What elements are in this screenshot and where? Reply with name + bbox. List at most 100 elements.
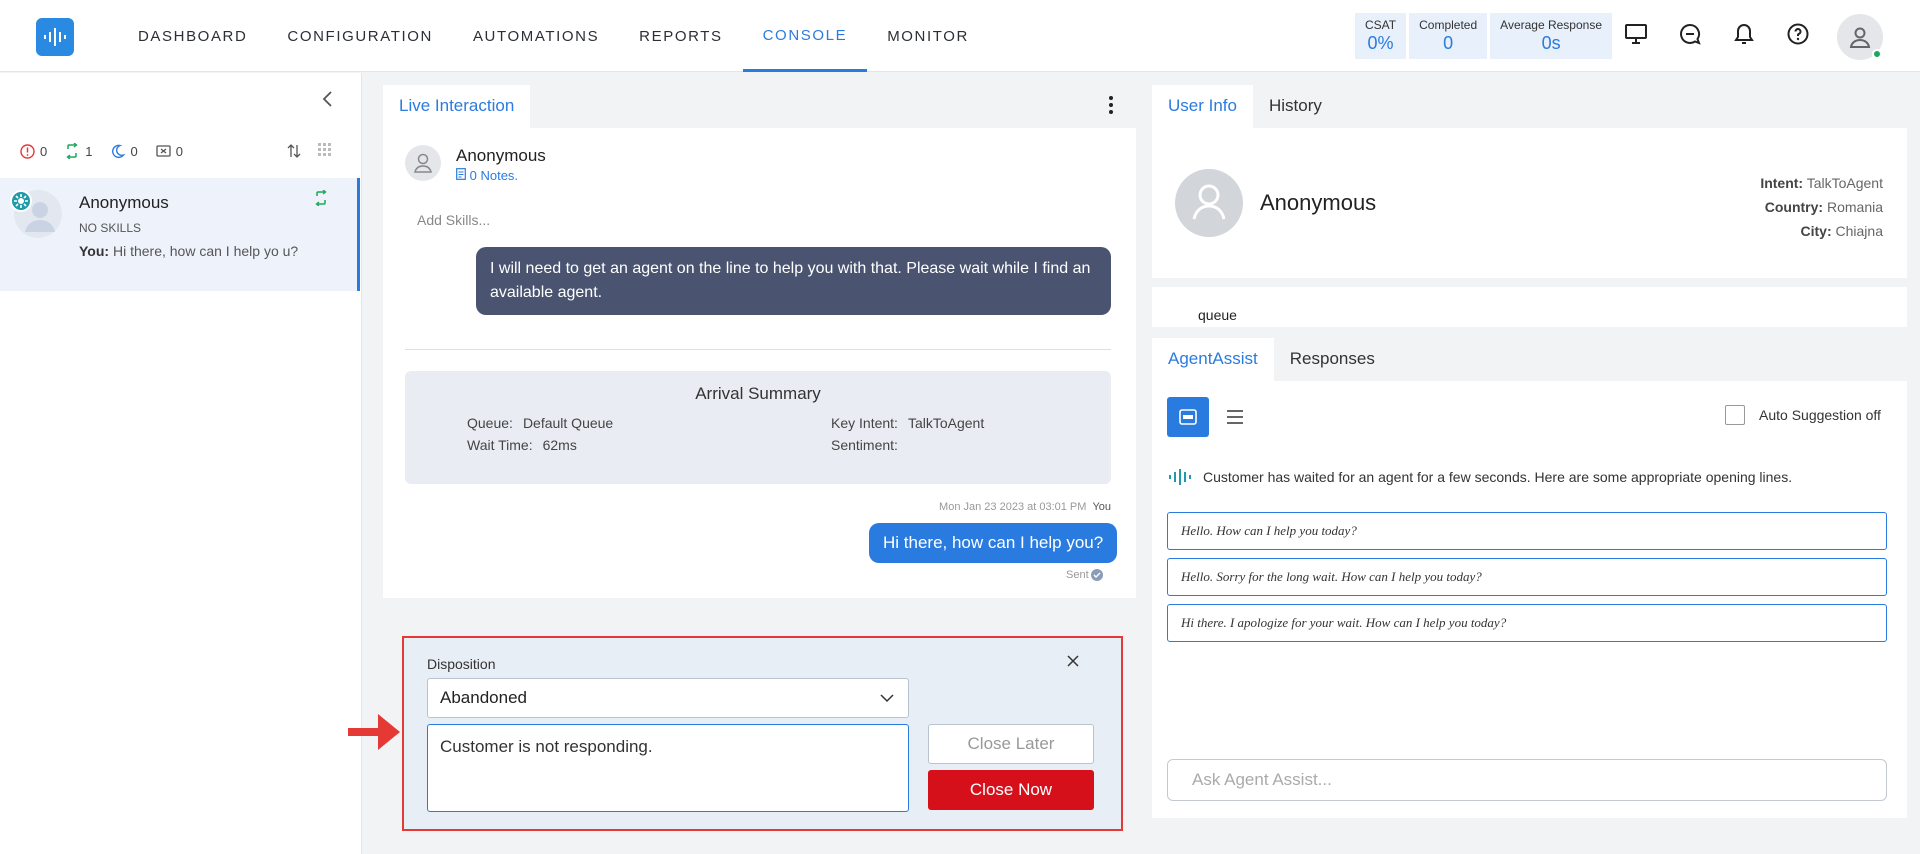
fact-city: City: Chiajna <box>1760 219 1884 243</box>
counter-alert[interactable]: 0 <box>20 143 47 159</box>
stat-average-response: Average Response 0s <box>1490 13 1613 59</box>
stat-label: Average Response <box>1500 18 1603 32</box>
notes-link[interactable]: 0 Notes. <box>456 168 518 183</box>
tab-agent-assist[interactable]: AgentAssist <box>1152 338 1274 381</box>
customer-large-avatar <box>1175 169 1243 237</box>
nav-dashboard[interactable]: DASHBOARD <box>118 0 267 72</box>
arrow-right-icon <box>348 714 400 750</box>
sent-status: Sent <box>1066 569 1103 581</box>
summary-queue-label: Queue: <box>467 415 513 431</box>
list-view-button[interactable] <box>1214 397 1256 437</box>
user-avatar[interactable] <box>1837 14 1883 60</box>
collapse-sidebar-icon[interactable] <box>318 89 338 109</box>
chevron-down-icon <box>880 694 894 703</box>
summary-wait-value: 62ms <box>542 437 577 453</box>
conversation-list-item[interactable]: Anonymous NO SKILLS You: Hi there, how c… <box>0 178 360 291</box>
assist-info: Customer has waited for an agent for a f… <box>1169 469 1792 485</box>
summary-sentiment: Sentiment: <box>831 437 908 453</box>
queue-section: queue <box>1152 287 1907 327</box>
agent-assist-panel: Auto Suggestion off Customer has waited … <box>1152 381 1907 818</box>
user-info-panel: Anonymous Intent: TalkToAgent Country: R… <box>1152 128 1907 278</box>
fact-city-label: City: <box>1800 223 1832 239</box>
summary-wait-time: Wait Time: 62ms <box>467 437 577 453</box>
arrival-summary-title: Arrival Summary <box>695 384 821 403</box>
stat-value: 0% <box>1367 33 1394 53</box>
counter-value: 0 <box>130 143 138 159</box>
card-view-button[interactable] <box>1167 397 1209 437</box>
arrival-summary: Arrival Summary Queue: Default Queue Wai… <box>405 371 1111 484</box>
preview-sender: You: <box>79 243 110 259</box>
ask-agent-assist-input[interactable]: Ask Agent Assist... <box>1167 759 1887 801</box>
list-view-icon <box>1227 410 1243 424</box>
user-icon <box>414 153 432 173</box>
auto-suggestion-checkbox[interactable] <box>1725 405 1745 425</box>
nav-console[interactable]: CONSOLE <box>742 0 868 72</box>
summary-wait-label: Wait Time: <box>467 437 533 453</box>
close-now-button[interactable]: Close Now <box>928 770 1094 810</box>
counter-transfer[interactable]: 1 <box>65 143 92 159</box>
nav-configuration[interactable]: CONFIGURATION <box>267 0 453 72</box>
user-icon <box>1192 184 1226 220</box>
user-facts: Intent: TalkToAgent Country: Romania Cit… <box>1760 171 1883 243</box>
tab-history[interactable]: History <box>1253 85 1338 128</box>
fact-intent-value: TalkToAgent <box>1806 175 1883 191</box>
nav-monitor[interactable]: MONITOR <box>867 0 989 72</box>
suggestion-item[interactable]: Hi there. I apologize for your wait. How… <box>1167 604 1887 642</box>
sidebar-tools <box>286 143 332 159</box>
queue-label: queue <box>1198 307 1237 323</box>
moon-icon <box>112 144 126 158</box>
nav-automations[interactable]: AUTOMATIONS <box>453 0 619 72</box>
stat-value: 0s <box>1541 33 1561 53</box>
disposition-note-field[interactable]: Customer is not responding. <box>427 724 909 812</box>
suggestion-item[interactable]: Hello. How can I help you today? <box>1167 512 1887 550</box>
stat-csat: CSAT 0% <box>1355 13 1407 59</box>
conversation-skills: NO SKILLS <box>79 221 142 235</box>
app-logo[interactable] <box>36 18 74 56</box>
monitor-icon[interactable] <box>1620 16 1652 52</box>
fact-country-label: Country: <box>1764 199 1824 215</box>
nav-reports[interactable]: REPORTS <box>619 0 742 72</box>
grid-view-icon[interactable] <box>318 143 332 157</box>
live-interaction-panel: Anonymous 0 Notes. Add Skills... I will … <box>383 128 1136 598</box>
disposition-select[interactable]: Abandoned <box>427 678 909 718</box>
stat-label: Completed <box>1419 18 1478 32</box>
alert-icon <box>20 143 35 159</box>
preview-text: Hi there, how can I help yo u? <box>112 243 299 259</box>
right-tabs: User Info History <box>1152 85 1907 128</box>
stats-bar: CSAT 0% Completed 0 Average Response 0s <box>1355 13 1613 59</box>
conversation-sidebar: 0 1 0 0 Anonymous NO SKILLS You: Hi ther… <box>0 73 362 854</box>
assist-info-text: Customer has waited for an agent for a f… <box>1203 469 1793 485</box>
agent-message-bubble: Hi there, how can I help you? <box>869 523 1118 563</box>
add-skills-input[interactable]: Add Skills... <box>417 212 490 228</box>
sort-icon[interactable] <box>286 143 302 159</box>
fact-intent-label: Intent: <box>1760 175 1804 191</box>
close-later-button[interactable]: Close Later <box>928 724 1094 764</box>
fact-country: Country: Romania <box>1760 195 1883 219</box>
customer-name: Anonymous <box>456 146 546 165</box>
divider <box>405 349 1111 350</box>
more-options-icon[interactable] <box>1103 94 1119 116</box>
disposition-label: Disposition <box>427 656 496 672</box>
summary-queue-value: Default Queue <box>522 415 614 431</box>
message-timestamp: Mon Jan 23 2023 at 03:01 PM <box>939 501 1087 513</box>
counter-value: 1 <box>85 143 93 159</box>
assist-tabs: AgentAssist Responses <box>1152 338 1907 381</box>
disposition-selected-value: Abandoned <box>440 688 527 707</box>
stat-label: CSAT <box>1365 18 1397 32</box>
auto-suggestion-label: Auto Suggestion off <box>1759 407 1881 423</box>
sent-label: Sent <box>1066 569 1089 581</box>
chat-icon[interactable] <box>1674 16 1706 52</box>
sent-check-icon <box>1090 569 1103 581</box>
suggestion-item[interactable]: Hello. Sorry for the long wait. How can … <box>1167 558 1887 596</box>
tab-user-info[interactable]: User Info <box>1152 85 1253 128</box>
stat-completed: Completed 0 <box>1409 13 1488 59</box>
tab-responses[interactable]: Responses <box>1274 338 1391 381</box>
counter-away[interactable]: 0 <box>110 143 138 159</box>
tab-live-interaction[interactable]: Live Interaction <box>383 85 531 128</box>
fact-city-value: Chiajna <box>1835 223 1883 239</box>
counter-closed[interactable]: 0 <box>156 143 183 159</box>
close-icon[interactable] <box>1064 652 1082 670</box>
help-icon[interactable] <box>1782 16 1814 52</box>
bell-icon[interactable] <box>1728 16 1760 52</box>
counter-value: 0 <box>175 143 183 159</box>
